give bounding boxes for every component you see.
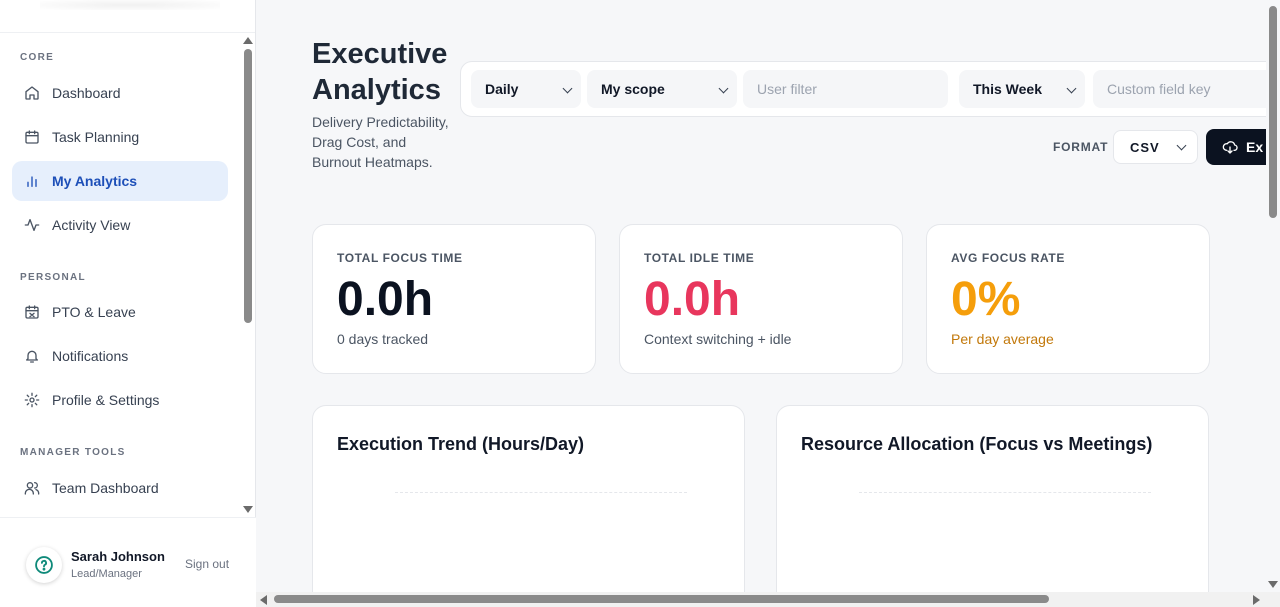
users-icon [24, 480, 40, 496]
user-filter-input[interactable]: User filter [743, 70, 948, 108]
stat-value: 0% [951, 273, 1021, 326]
custom-field-placeholder: Custom field key [1107, 81, 1211, 97]
user-name: Sarah Johnson [71, 549, 165, 564]
sidebar-item-label: Profile & Settings [52, 392, 160, 408]
stat-label: TOTAL IDLE TIME [644, 251, 755, 265]
stat-label: AVG FOCUS RATE [951, 251, 1065, 265]
sign-out-link[interactable]: Sign out [185, 557, 229, 571]
chart-card-execution-trend: Execution Trend (Hours/Day) [312, 405, 745, 607]
sidebar-item-label: Notifications [52, 348, 129, 364]
main-scroll-thumb[interactable] [1269, 6, 1277, 218]
filter-bar: Daily My scope User filter This Week Cus… [460, 61, 1280, 117]
scroll-up-arrow-icon[interactable] [243, 37, 253, 44]
scope-select[interactable]: My scope [587, 70, 737, 108]
custom-field-input[interactable]: Custom field key [1093, 70, 1280, 108]
chart-card-resource-allocation: Resource Allocation (Focus vs Meetings) [776, 405, 1209, 607]
horizontal-scrollbar[interactable] [256, 592, 1280, 607]
scroll-left-arrow-icon[interactable] [260, 595, 267, 605]
scroll-down-arrow-icon[interactable] [243, 506, 253, 513]
sidebar-item-pto-leave[interactable]: PTO & Leave [12, 292, 228, 332]
sidebar-item-task-planning[interactable]: Task Planning [12, 117, 228, 157]
stat-card-idle-time: TOTAL IDLE TIME 0.0h Context switching +… [619, 224, 903, 374]
gear-icon [24, 392, 40, 408]
home-icon [24, 85, 40, 101]
sidebar-item-label: Activity View [52, 217, 131, 233]
sidebar-top-shadow [40, 0, 220, 10]
date-range-value: This Week [973, 81, 1042, 97]
sidebar-item-my-analytics[interactable]: My Analytics [12, 161, 228, 201]
sidebar-item-dashboard[interactable]: Dashboard [12, 73, 228, 113]
bell-icon [24, 348, 40, 364]
chart-gridline [395, 492, 687, 493]
sidebar-item-activity-view[interactable]: Activity View [12, 205, 228, 245]
sidebar-item-label: Dashboard [52, 85, 121, 101]
sidebar-item-team-dashboard[interactable]: Team Dashboard [12, 468, 228, 508]
stat-card-focus-rate: AVG FOCUS RATE 0% Per day average [926, 224, 1210, 374]
chevron-down-icon [1066, 83, 1077, 94]
stat-note: 0 days tracked [337, 331, 429, 347]
chart-title: Resource Allocation (Focus vs Meetings) [801, 434, 1153, 454]
help-circle-icon [35, 556, 53, 574]
stat-value: 0.0h [337, 273, 434, 326]
activity-icon [24, 217, 40, 233]
main-vertical-scrollbar[interactable] [1266, 0, 1280, 592]
user-role: Lead/Manager [71, 568, 142, 580]
scroll-down-arrow-icon[interactable] [1268, 581, 1278, 588]
bar-chart-icon [24, 173, 40, 189]
user-filter-placeholder: User filter [757, 81, 817, 97]
sidebar-item-label: My Analytics [52, 173, 138, 189]
section-label-core: CORE [20, 52, 55, 63]
stat-value: 0.0h [644, 273, 741, 326]
main-content: Executive Analytics Delivery Predictabil… [256, 0, 1280, 607]
chart-title: Execution Trend (Hours/Day) [337, 434, 585, 454]
sidebar-item-label: Team Dashboard [52, 480, 159, 496]
date-range-select[interactable]: This Week [959, 70, 1085, 108]
sidebar-item-notifications[interactable]: Notifications [12, 336, 228, 376]
sidebar-item-label: PTO & Leave [52, 304, 136, 320]
user-card: Sarah Johnson Lead/Manager Sign out [0, 517, 256, 607]
format-label: FORMAT [1053, 140, 1109, 154]
section-label-manager-tools: MANAGER TOOLS [20, 447, 126, 458]
avatar[interactable] [26, 547, 62, 583]
calendar-icon [24, 129, 40, 145]
export-button-label: Ex [1246, 139, 1264, 155]
sidebar-item-profile-settings[interactable]: Profile & Settings [12, 380, 228, 420]
page-title: Executive Analytics [312, 38, 448, 106]
stat-note: Context switching + idle [644, 331, 792, 347]
sidebar-item-label: Task Planning [52, 129, 140, 145]
sidebar-scroll-thumb[interactable] [244, 49, 252, 323]
stat-label: TOTAL FOCUS TIME [337, 251, 463, 265]
format-value: CSV [1130, 139, 1160, 155]
sidebar: CORE Dashboard Task Planning My Analytic… [0, 0, 256, 607]
format-select[interactable]: CSV [1113, 130, 1198, 164]
scroll-right-arrow-icon[interactable] [1253, 595, 1260, 605]
sidebar-scrollbar[interactable] [242, 33, 254, 517]
page-subtitle: Delivery Predictability, Drag Cost, and … [312, 114, 449, 170]
chart-gridline [859, 492, 1151, 493]
chevron-down-icon [718, 83, 729, 94]
chevron-down-icon [562, 83, 573, 94]
cloud-download-icon [1222, 141, 1238, 154]
horizontal-scroll-thumb[interactable] [274, 595, 1049, 603]
calendar-off-icon [24, 304, 40, 320]
section-label-personal: PERSONAL [20, 272, 86, 283]
chevron-down-icon [1176, 140, 1187, 151]
stat-card-focus-time: TOTAL FOCUS TIME 0.0h 0 days tracked [312, 224, 596, 374]
stat-note: Per day average [951, 331, 1054, 347]
granularity-select[interactable]: Daily [471, 70, 581, 108]
granularity-value: Daily [485, 81, 519, 97]
scope-value: My scope [601, 81, 665, 97]
sidebar-nav: CORE Dashboard Task Planning My Analytic… [0, 33, 256, 517]
